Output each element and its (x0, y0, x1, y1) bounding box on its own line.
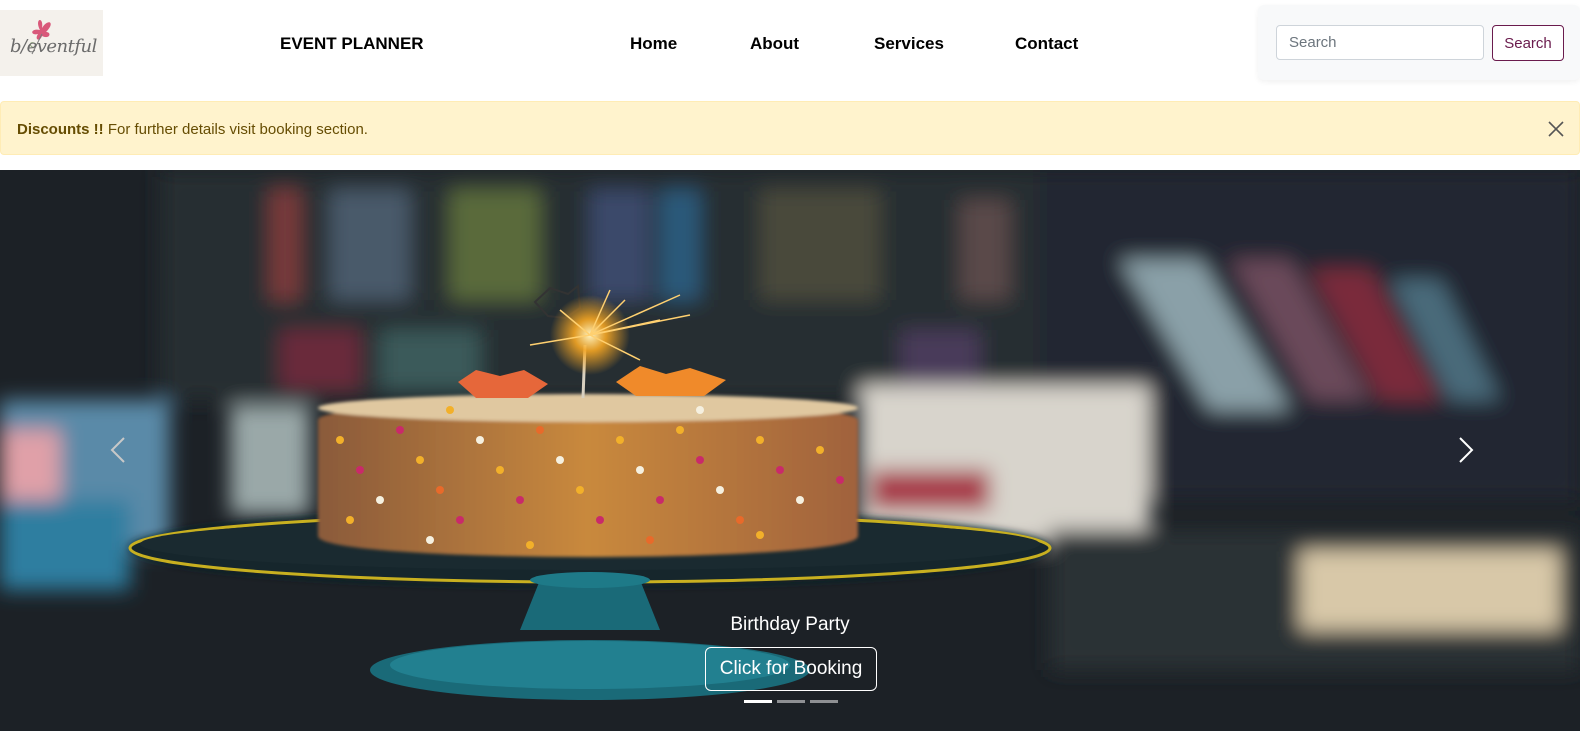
alert-title: Discounts !! (17, 121, 104, 138)
alert-message: For further details visit booking sectio… (107, 121, 368, 138)
nav-about[interactable]: About (750, 34, 799, 54)
alert-text: Discounts !! For further details visit b… (17, 121, 368, 138)
search-button[interactable]: Search (1492, 25, 1564, 61)
indicator-3[interactable] (810, 700, 838, 703)
slide-caption: Birthday Party (730, 614, 850, 635)
booking-button[interactable]: Click for Booking (705, 647, 877, 691)
carousel-indicators (744, 700, 844, 704)
hero-carousel: Birthday Party Click for Booking (0, 170, 1580, 731)
navbar: b/eventful EVENT PLANNER Home About Serv… (0, 0, 1580, 86)
indicator-1[interactable] (744, 700, 772, 703)
search-input[interactable] (1276, 25, 1484, 60)
chevron-right-icon[interactable] (1444, 430, 1484, 470)
close-icon[interactable] (1545, 118, 1567, 140)
nav-contact[interactable]: Contact (1015, 34, 1078, 54)
indicator-2[interactable] (777, 700, 805, 703)
search-form: Search (1258, 5, 1580, 80)
chevron-left-icon[interactable] (100, 430, 140, 470)
nav-home[interactable]: Home (630, 34, 677, 54)
nav-services[interactable]: Services (874, 34, 944, 54)
discount-alert: Discounts !! For further details visit b… (0, 101, 1580, 155)
